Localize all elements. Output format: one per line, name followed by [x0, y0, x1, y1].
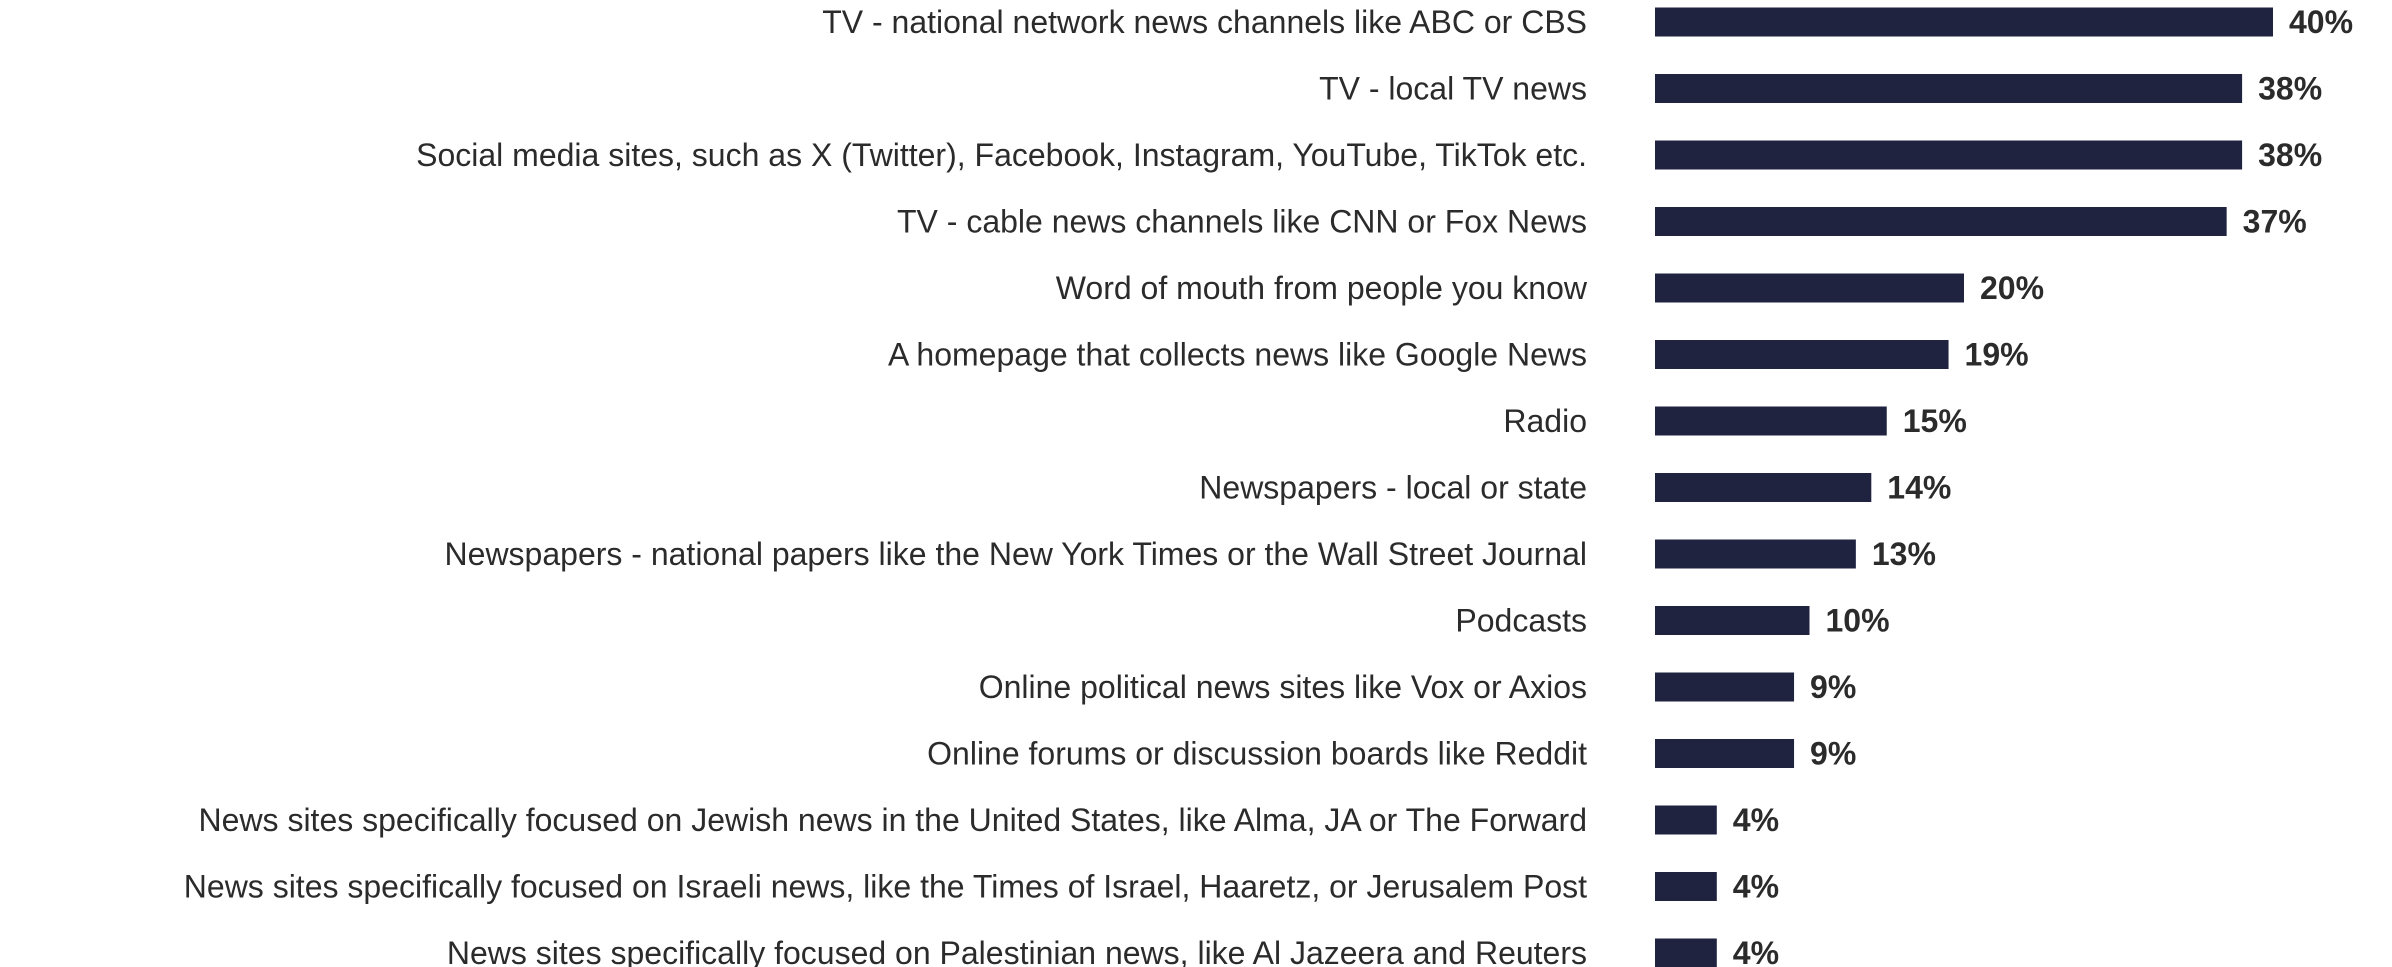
bar — [1655, 74, 2243, 103]
bar — [1655, 406, 1887, 436]
category-label: Word of mouth from people you know — [1056, 270, 1588, 306]
category-label: TV - cable news channels like CNN or Fox… — [897, 204, 1587, 240]
bar — [1655, 273, 1964, 303]
bar — [1655, 473, 1872, 502]
value-label: 10% — [1826, 603, 1890, 639]
bar — [1655, 805, 1717, 835]
value-label: 9% — [1810, 669, 1856, 705]
category-label: TV - national network news channels like… — [822, 4, 1587, 40]
bar — [1655, 539, 1856, 569]
bar — [1655, 872, 1717, 901]
category-label: TV - local TV news — [1319, 71, 1587, 107]
value-label: 13% — [1872, 536, 1936, 572]
value-label: 4% — [1733, 935, 1779, 967]
value-label: 14% — [1887, 470, 1951, 506]
bar-chart: TV - national network news channels like… — [184, 4, 2353, 967]
bar — [1655, 606, 1810, 635]
value-label: 40% — [2289, 4, 2353, 40]
bar — [1655, 207, 2227, 236]
category-label: Newspapers - local or state — [1199, 470, 1587, 506]
value-label: 19% — [1965, 337, 2029, 373]
value-label: 38% — [2258, 71, 2322, 107]
bar — [1655, 672, 1795, 702]
category-label: News sites specifically focused on Pales… — [447, 935, 1587, 967]
category-label: News sites specifically focused on Jewis… — [199, 802, 1587, 838]
value-label: 15% — [1903, 403, 1967, 439]
category-label: News sites specifically focused on Israe… — [184, 869, 1587, 905]
value-label: 20% — [1980, 270, 2044, 306]
value-label: 38% — [2258, 137, 2322, 173]
category-label: Radio — [1503, 403, 1587, 439]
category-label: Newspapers - national papers like the Ne… — [445, 536, 1587, 572]
bar — [1655, 7, 2273, 37]
value-label: 4% — [1733, 869, 1779, 905]
bar — [1655, 340, 1949, 369]
bar — [1655, 140, 2243, 170]
category-label: Social media sites, such as X (Twitter),… — [416, 137, 1587, 173]
value-label: 4% — [1733, 802, 1779, 838]
bar — [1655, 739, 1795, 768]
category-label: Online political news sites like Vox or … — [979, 669, 1587, 705]
value-label: 9% — [1810, 736, 1856, 772]
category-label: A homepage that collects news like Googl… — [888, 337, 1587, 373]
category-label: Podcasts — [1455, 603, 1587, 639]
category-label: Online forums or discussion boards like … — [927, 736, 1587, 772]
value-label: 37% — [2243, 204, 2307, 240]
bar — [1655, 938, 1717, 967]
